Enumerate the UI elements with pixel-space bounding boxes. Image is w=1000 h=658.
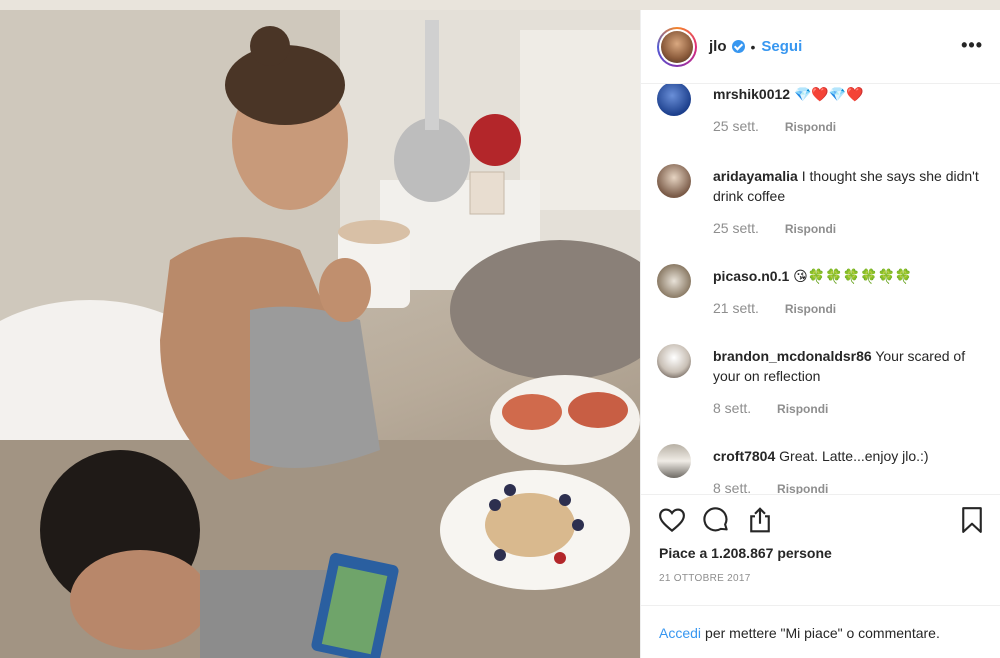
photo-illustration [0, 10, 640, 658]
reply-button[interactable]: Rispondi [785, 222, 836, 236]
background-page-strip [0, 0, 1000, 10]
bagel-salmon-1 [502, 394, 562, 430]
commenter-avatar[interactable] [657, 84, 691, 116]
comment-time[interactable]: 8 sett. [713, 400, 751, 416]
post-date[interactable]: 21 OTTOBRE 2017 [659, 573, 751, 584]
post-actions: Piace a 1.208.867 persone 21 OTTOBRE 201… [641, 494, 1000, 658]
bookmark-icon[interactable] [957, 505, 987, 535]
avatar[interactable] [657, 26, 697, 67]
photo-frame [469, 171, 505, 215]
likes-count[interactable]: Piace a 1.208.867 persone [659, 545, 832, 561]
comment-time[interactable]: 25 sett. [713, 118, 759, 134]
comment-time[interactable]: 21 sett. [713, 300, 759, 316]
comment-username[interactable]: croft7804 [713, 448, 775, 464]
commenter-avatar[interactable] [657, 264, 691, 298]
heart-icon[interactable] [657, 505, 687, 535]
login-prompt: Accedi per mettere "Mi piace" o commenta… [641, 605, 1000, 658]
comments-list[interactable]: mrshik0012 💎❤️💎❤️ 25 sett. Rispondi arid… [641, 84, 1000, 494]
woman-top [250, 306, 380, 468]
bagel-salmon-2 [568, 392, 628, 428]
comment-time[interactable]: 25 sett. [713, 220, 759, 236]
hair-bun [250, 26, 290, 66]
post-photo[interactable] [0, 10, 640, 658]
lamp-vase [394, 118, 470, 202]
lamp-neck [425, 20, 439, 130]
reply-button[interactable]: Rispondi [777, 482, 828, 494]
comment-text: 😘🍀🍀🍀🍀🍀🍀 [793, 268, 913, 284]
post-side-panel: jlo • Segui ••• mrshik0012 💎❤️💎❤️ 25 set… [640, 10, 1000, 658]
reply-button[interactable]: Rispondi [785, 120, 836, 134]
comment-text: 💎❤️💎❤️ [793, 86, 864, 102]
roses [469, 114, 521, 166]
username[interactable]: jlo [709, 38, 727, 55]
reply-button[interactable]: Rispondi [785, 302, 836, 316]
comment-icon[interactable] [701, 505, 731, 535]
separator-dot: • [750, 38, 756, 55]
post-header: jlo • Segui ••• [641, 10, 1000, 84]
boy-face [70, 550, 210, 650]
comment-text: Great. Latte...enjoy jlo.:) [779, 448, 929, 464]
comment-username[interactable]: mrshik0012 [713, 86, 790, 102]
reply-button[interactable]: Rispondi [777, 402, 828, 416]
commenter-avatar[interactable] [657, 164, 691, 198]
comment-username[interactable]: picaso.n0.1 [713, 268, 789, 284]
commenter-avatar[interactable] [657, 444, 691, 478]
follow-button[interactable]: Segui [761, 38, 802, 55]
comment-time[interactable]: 8 sett. [713, 480, 751, 494]
share-icon[interactable] [745, 505, 775, 535]
login-prompt-text: per mettere "Mi piace" o commentare. [705, 624, 940, 641]
more-options-icon[interactable]: ••• [961, 36, 983, 54]
login-link[interactable]: Accedi [659, 625, 701, 641]
avatar-image [661, 30, 693, 63]
comment-username[interactable]: aridayamalia [713, 168, 798, 184]
hand [319, 258, 371, 322]
comment-username[interactable]: brandon_mcdonaldsr86 [713, 348, 872, 364]
latte-foam [338, 220, 410, 244]
verified-badge-icon [731, 40, 745, 53]
commenter-avatar[interactable] [657, 344, 691, 378]
